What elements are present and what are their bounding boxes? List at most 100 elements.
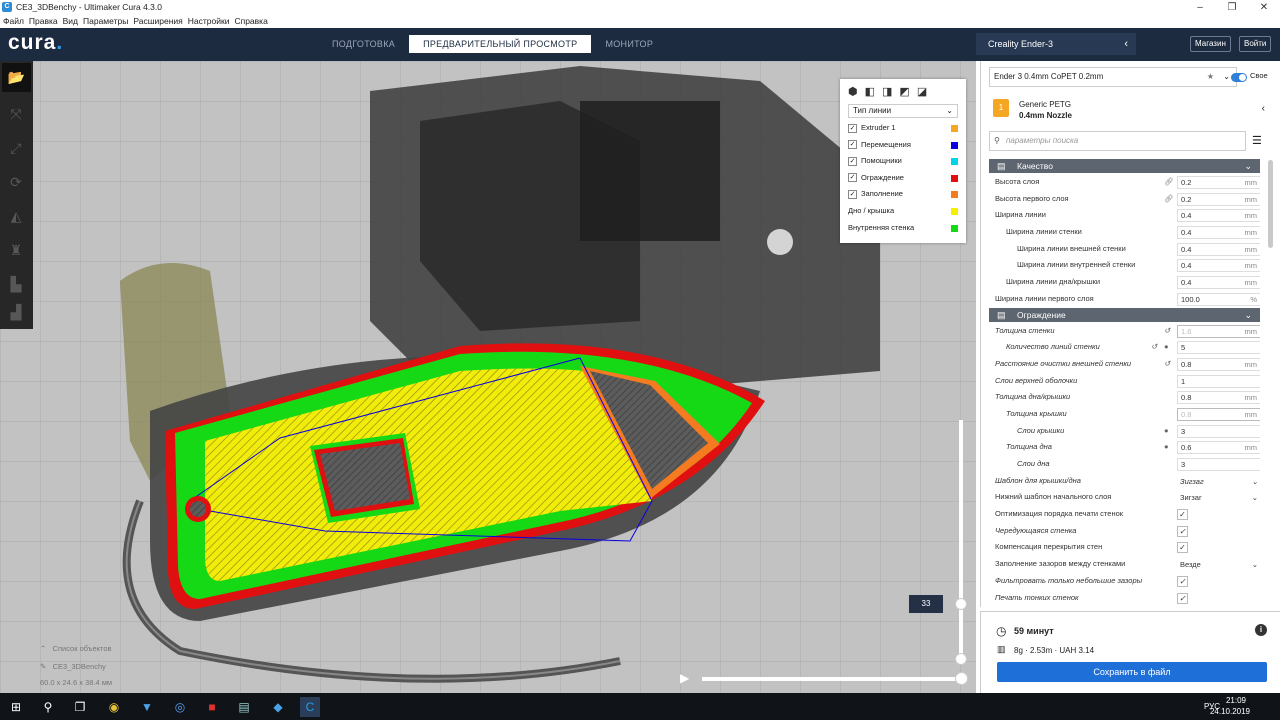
view-type-dropdown[interactable]: Тип линии ⌄	[848, 104, 958, 118]
legend-checkbox[interactable]: ✓	[848, 173, 857, 183]
settings-scrollbar[interactable]	[1268, 160, 1273, 248]
setting-label: Толщина крышки	[1006, 408, 1067, 418]
menu-view[interactable]: Вид	[63, 16, 78, 26]
mirror-tool-button[interactable]: ◭	[5, 205, 27, 227]
menu-edit[interactable]: Правка	[29, 16, 58, 26]
setting-value-input[interactable]: 3	[1177, 424, 1260, 438]
tab-prepare[interactable]: ПОДГОТОВКА	[318, 35, 409, 53]
layer-slider-lower-handle[interactable]	[955, 653, 967, 665]
setting-value-input[interactable]: 0.2 mm	[1177, 176, 1260, 189]
3d-view-icon[interactable]: ⬢	[848, 85, 858, 98]
close-button[interactable]: ✕	[1248, 0, 1280, 14]
front-view-icon[interactable]: ◧	[865, 85, 875, 98]
scale-tool-button[interactable]: ⤢	[5, 137, 27, 159]
tab-monitor[interactable]: МОНИТОР	[591, 35, 667, 53]
settings-search-input[interactable]: ⚲ параметры поиска	[989, 131, 1246, 151]
setting-dropdown[interactable]: Везде ⌄	[1177, 558, 1260, 571]
play-simulation-button[interactable]: ▶	[680, 671, 696, 687]
setting-value-input[interactable]: 0.4 mm	[1177, 226, 1260, 240]
setting-dropdown[interactable]: Зигзаг ⌄	[1177, 491, 1260, 504]
setting-value-input[interactable]: 100.0%	[1177, 292, 1260, 306]
legend-checkbox[interactable]: ✓	[848, 156, 857, 166]
legend-checkbox[interactable]: ✓	[848, 189, 857, 199]
object-list-toggle[interactable]: ⌃ Список объектов	[40, 640, 112, 658]
setting-value-input[interactable]: 0.2 mm	[1177, 192, 1260, 206]
menu-file[interactable]: Файл	[3, 16, 24, 26]
open-file-button[interactable]: 📂	[2, 63, 31, 92]
setting-value-input[interactable]: 0.4 mm	[1177, 276, 1260, 290]
extruder-material-selector[interactable]: 1 Generic PETG 0.4mm Nozzle ‹	[991, 97, 1269, 123]
notepad-taskbar-button[interactable]: ▤	[234, 697, 254, 717]
setting-dropdown[interactable]: Зигзаг ⌄	[1177, 475, 1260, 488]
setting-checkbox[interactable]: ✓	[1177, 592, 1188, 604]
menu-extensions[interactable]: Расширения	[133, 16, 182, 26]
app-taskbar-button-2[interactable]: ◎	[170, 697, 190, 717]
signin-button[interactable]: Войти	[1239, 36, 1272, 52]
top-view-icon[interactable]: ◨	[882, 85, 892, 98]
setting-row: Чередующаяся стенка ✓	[989, 523, 1260, 540]
custom-mode-toggle[interactable]	[1231, 73, 1247, 82]
setting-value-input[interactable]: 0.8 mm	[1177, 407, 1260, 421]
setting-value-input[interactable]: 1.6 mm	[1177, 324, 1260, 338]
start-button[interactable]: ⊞	[6, 697, 26, 717]
minimize-button[interactable]: –	[1184, 0, 1216, 14]
legend-item[interactable]: ✓ Перемещения	[840, 137, 966, 154]
legend-item[interactable]: ✓ Extruder 1	[840, 120, 966, 137]
settings-category-header[interactable]: ▤ Качество ⌄	[989, 159, 1260, 173]
settings-category-header[interactable]: ▤ Ограждение ⌄	[989, 307, 1260, 322]
app-taskbar-button-3[interactable]: ■	[202, 697, 222, 717]
setting-value-input[interactable]: 0.6 mm	[1177, 441, 1260, 455]
simulation-slider-track[interactable]	[702, 677, 962, 681]
setting-checkbox[interactable]: ✓	[1177, 525, 1188, 537]
taskbar-search-button[interactable]: ⚲	[38, 697, 58, 717]
printer-selector[interactable]: Creality Ender-3 ‹	[976, 33, 1136, 55]
app-taskbar-button-1[interactable]: ▼	[137, 697, 157, 717]
left-view-icon[interactable]: ◩	[899, 85, 909, 98]
save-to-file-button[interactable]: Сохранить в файл	[997, 662, 1267, 682]
support-blocker-button[interactable]: ▙	[5, 273, 27, 295]
task-view-button[interactable]: ❐	[70, 697, 90, 717]
menu-settings[interactable]: Параметры	[83, 16, 128, 26]
settings-menu-button[interactable]: ☰	[1252, 134, 1262, 147]
setting-value-input[interactable]: 0.4 mm	[1177, 242, 1260, 256]
layer-number-input[interactable]: 33	[909, 595, 943, 613]
legend-checkbox[interactable]: ✓	[848, 123, 857, 133]
extra-tool-button[interactable]: ▟	[5, 301, 27, 323]
menu-help[interactable]: Справка	[234, 16, 267, 26]
setting-value-input[interactable]: 0.4 mm	[1177, 209, 1260, 223]
3d-viewport[interactable]	[0, 61, 976, 693]
simulation-slider-handle[interactable]	[955, 672, 968, 685]
cura-taskbar-button[interactable]: C	[300, 697, 320, 717]
setting-checkbox[interactable]: ✓	[1177, 575, 1188, 587]
setting-value-input[interactable]: 0.4 mm	[1177, 259, 1260, 273]
legend-item[interactable]: ✓ Помощники	[840, 153, 966, 170]
menu-preferences[interactable]: Настройки	[188, 16, 230, 26]
right-view-icon[interactable]: ◪	[917, 85, 927, 98]
legend-checkbox[interactable]: ✓	[848, 140, 857, 150]
per-model-settings-button[interactable]: ♜	[5, 239, 27, 261]
setting-checkbox[interactable]: ✓	[1177, 542, 1188, 554]
app-taskbar-button-4[interactable]: ◆	[268, 697, 288, 717]
reset-icon[interactable]: ↺	[1151, 339, 1157, 356]
legend-item[interactable]: ✓ Заполнение	[840, 186, 966, 203]
reset-icon[interactable]: ↺	[1164, 323, 1170, 340]
rotate-tool-button[interactable]: ⟳	[5, 171, 27, 193]
tab-preview[interactable]: ПРЕДВАРИТЕЛЬНЫЙ ПРОСМОТР	[409, 35, 592, 53]
setting-value-input[interactable]: 5	[1177, 341, 1260, 355]
setting-value-input[interactable]: 0.8 mm	[1177, 391, 1260, 405]
setting-checkbox[interactable]: ✓	[1177, 509, 1188, 521]
setting-value-input[interactable]: 3	[1177, 458, 1260, 471]
profile-selector[interactable]: Ender 3 0.4mm CoPET 0.2mm ★ ⌄	[989, 67, 1237, 87]
legend-item[interactable]: ✓ Ограждение	[840, 170, 966, 187]
info-icon[interactable]: i	[1255, 624, 1267, 636]
layer-slider-track[interactable]	[959, 420, 963, 660]
layer-slider-upper-handle[interactable]	[955, 598, 967, 610]
legend-item-label: Дно / крышка	[848, 205, 895, 215]
chrome-taskbar-button[interactable]: ◉	[104, 697, 124, 717]
move-tool-button[interactable]: ⤧	[5, 103, 27, 125]
reset-icon[interactable]: ↺	[1164, 356, 1170, 373]
maximize-button[interactable]: ❐	[1216, 0, 1248, 14]
marketplace-button[interactable]: Магазин	[1190, 36, 1231, 52]
setting-value-input[interactable]: 1	[1177, 374, 1260, 388]
setting-value-input[interactable]: 0.8 mm	[1177, 357, 1260, 371]
